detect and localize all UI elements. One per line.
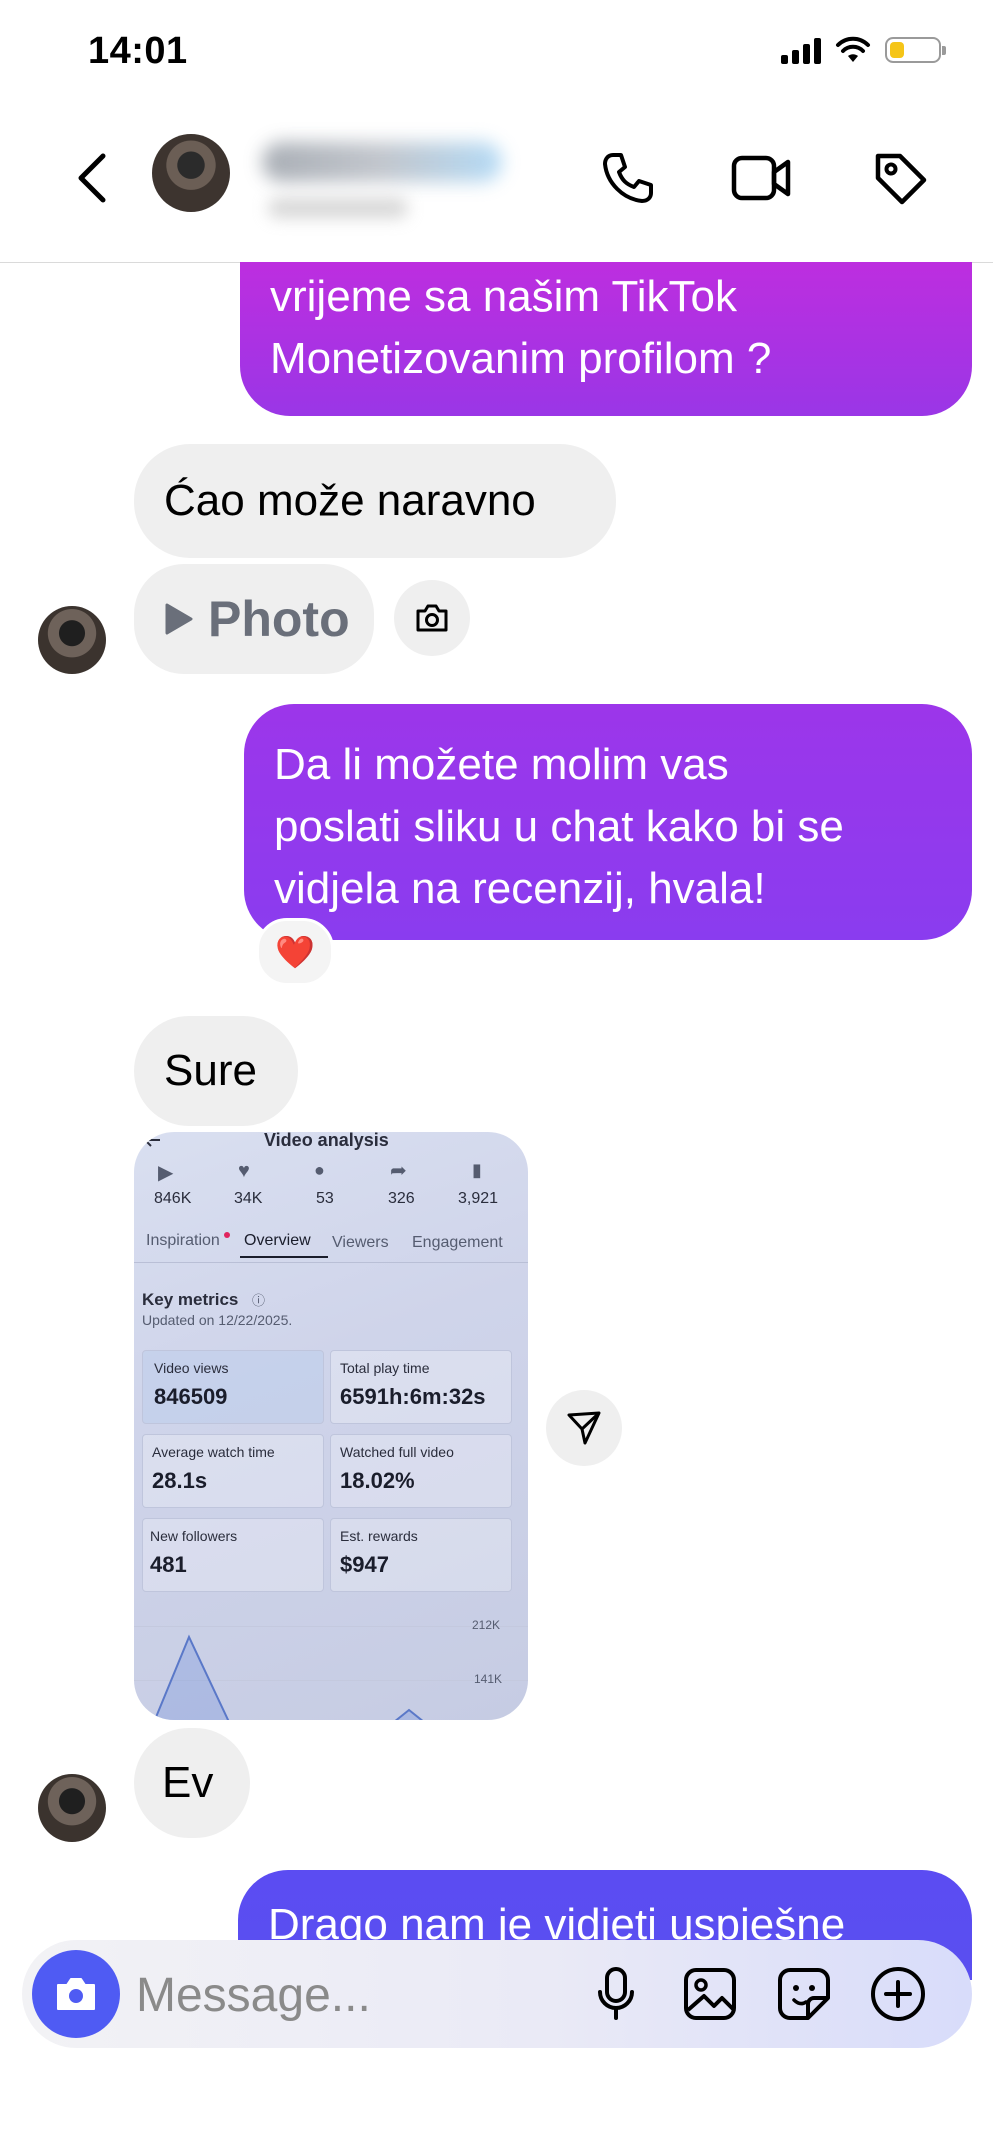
- message-text-line: Da li možete molim vas: [274, 740, 729, 789]
- image-tab: Inspiration: [146, 1232, 220, 1249]
- message-text-line: vidjela na recenzij, hvala!: [274, 864, 766, 913]
- status-icons: [781, 36, 946, 64]
- more-options-button[interactable]: [864, 1960, 932, 2028]
- stat-value: 3,921: [458, 1190, 499, 1207]
- image-tab-active: Overview: [244, 1232, 311, 1249]
- stat-value: 326: [388, 1190, 415, 1207]
- heart-icon: ♥: [238, 1160, 250, 1182]
- share-photo-button[interactable]: [546, 1390, 622, 1466]
- heart-reaction: ❤️: [275, 934, 315, 970]
- phone-icon: [603, 153, 653, 203]
- message-text: Sure: [164, 1046, 257, 1095]
- notification-dot: [224, 1232, 230, 1238]
- stat-value: 53: [316, 1190, 334, 1207]
- gridline: [134, 1626, 528, 1627]
- chart-preview: [153, 1634, 424, 1720]
- divider: [134, 1262, 528, 1263]
- outgoing-message[interactable]: vrijeme sa našim TikTok Monetizovanim pr…: [240, 262, 972, 416]
- stat-value: 34K: [234, 1190, 263, 1207]
- camera-icon: [416, 604, 448, 632]
- video-camera-icon: [731, 155, 791, 201]
- outgoing-message[interactable]: Da li možete molim vas poslati sliku u c…: [244, 704, 972, 940]
- image-tab: Engagement: [412, 1234, 503, 1251]
- sender-avatar[interactable]: [38, 606, 106, 674]
- info-icon: ⓘ: [252, 1293, 266, 1308]
- metric-value: 6591h:6m:32s: [340, 1384, 486, 1409]
- contact-avatar[interactable]: [152, 134, 230, 212]
- sticker-icon: [778, 1968, 830, 2020]
- comment-icon: ●: [314, 1160, 325, 1180]
- metric-value: 846509: [154, 1384, 228, 1409]
- tag-icon: [875, 153, 927, 205]
- sender-avatar[interactable]: [38, 1774, 106, 1842]
- image-icon: [684, 1968, 736, 2020]
- gallery-button[interactable]: [676, 1960, 744, 2028]
- incoming-message[interactable]: Ev: [134, 1728, 250, 1838]
- message-composer: [22, 1940, 972, 2048]
- voice-message-button[interactable]: [582, 1960, 650, 2028]
- play-icon: ▶: [158, 1162, 174, 1184]
- metric-label: Video views: [154, 1360, 229, 1376]
- tag-button[interactable]: [864, 142, 936, 214]
- wifi-icon: [836, 36, 870, 62]
- play-icon: [165, 603, 193, 635]
- stat-value: 846K: [154, 1190, 192, 1207]
- image-tab: Viewers: [332, 1234, 389, 1251]
- message-text-line: poslati sliku u chat kako bi se: [274, 802, 844, 851]
- arrow-left-icon: [143, 1133, 160, 1147]
- tab-underline: [240, 1256, 328, 1258]
- status-time: 14:01: [88, 30, 188, 72]
- view-once-camera-button[interactable]: [394, 580, 470, 656]
- metric-value: 28.1s: [152, 1468, 208, 1493]
- incoming-message[interactable]: Sure: [134, 1016, 298, 1126]
- message-text-line: vrijeme sa našim TikTok: [270, 272, 738, 321]
- photo-attachment-bubble[interactable]: Photo: [134, 564, 374, 674]
- metric-label: Total play time: [340, 1360, 430, 1376]
- contact-subtitle-blurred: [268, 198, 408, 218]
- updated-text: Updated on 12/22/2025.: [142, 1312, 293, 1328]
- share-icon: ➦: [390, 1160, 407, 1182]
- microphone-icon: [598, 1967, 634, 2020]
- send-icon: [567, 1411, 601, 1445]
- bookmark-icon: ▮: [472, 1160, 482, 1180]
- metric-label: New followers: [150, 1528, 238, 1544]
- metric-value: $947: [340, 1552, 389, 1577]
- metric-label: Est. rewards: [340, 1528, 418, 1544]
- shared-photo[interactable]: Video analysis ▶ ♥ ● ➦ ▮ 846K 34K 53 326…: [134, 1132, 528, 1720]
- message-text-line: Monetizovanim profilom ?: [270, 334, 772, 383]
- photo-label: Photo: [208, 591, 350, 647]
- chevron-left-icon: [78, 153, 106, 203]
- camera-button[interactable]: [32, 1950, 120, 2038]
- message-text: Ev: [162, 1758, 214, 1807]
- message-text: Ćao može naravno: [164, 476, 536, 525]
- key-metrics-title: Key metrics: [142, 1290, 239, 1309]
- axis-label: 212K: [472, 1618, 501, 1632]
- metric-value: 18.02%: [340, 1468, 415, 1493]
- message-input[interactable]: [134, 1964, 558, 2026]
- metric-value: 481: [150, 1552, 187, 1577]
- sticker-button[interactable]: [770, 1960, 838, 2028]
- signal-icon: [781, 36, 821, 64]
- chat-header: [0, 120, 993, 263]
- reaction-badge[interactable]: ❤️: [256, 918, 334, 986]
- incoming-message[interactable]: Ćao može naravno: [134, 444, 616, 558]
- plus-circle-icon: [871, 1967, 925, 2021]
- back-button[interactable]: [62, 148, 122, 208]
- call-button[interactable]: [592, 142, 664, 214]
- image-title: Video analysis: [264, 1132, 389, 1150]
- camera-icon: [57, 1978, 95, 2010]
- video-call-button[interactable]: [726, 142, 798, 214]
- metric-label: Average watch time: [152, 1444, 275, 1460]
- battery-icon: [885, 37, 946, 63]
- metric-label: Watched full video: [340, 1444, 454, 1460]
- contact-name-blurred[interactable]: [262, 142, 502, 182]
